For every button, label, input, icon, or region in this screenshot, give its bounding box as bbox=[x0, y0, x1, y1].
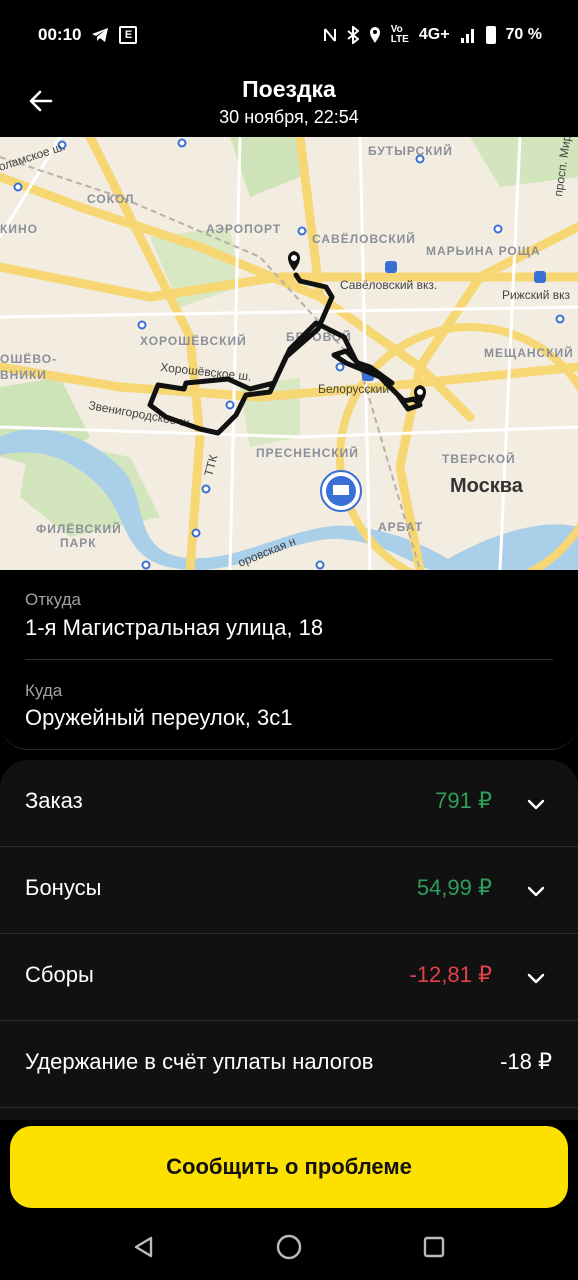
pay-row-fees[interactable]: Сборы -12,81 ₽ bbox=[0, 934, 578, 1021]
map-label-filevsky: ФИЛЁВСКИЙ bbox=[36, 521, 122, 536]
notification-e-icon: E bbox=[119, 26, 138, 44]
nav-home-icon[interactable] bbox=[276, 1234, 302, 1260]
bonuses-label: Бонусы bbox=[25, 875, 102, 900]
map-label-khoroshevo: ОШЁВО- bbox=[0, 351, 57, 366]
address-divider bbox=[25, 659, 553, 660]
nfc-icon bbox=[323, 27, 337, 43]
savelovsky-station-icon bbox=[385, 261, 397, 273]
network-type: 4G+ bbox=[418, 26, 450, 43]
pay-row-bonuses[interactable]: Бонусы 54,99 ₽ bbox=[0, 847, 578, 934]
map-label-rizhsky: Рижский вкз bbox=[502, 288, 570, 302]
from-label: Откуда bbox=[25, 590, 81, 609]
landmark-marker-icon bbox=[320, 470, 362, 512]
fees-amount: -12,81 ₽ bbox=[409, 962, 493, 987]
report-problem-button[interactable]: Сообщить о проблеме bbox=[10, 1126, 568, 1208]
bonuses-amount: 54,99 ₽ bbox=[416, 875, 492, 900]
bluetooth-icon bbox=[347, 26, 359, 44]
to-label: Куда bbox=[25, 681, 63, 700]
map-label-vniki: ВНИКИ bbox=[0, 368, 47, 382]
map-label-aeroport: АЭРОПОРТ bbox=[206, 222, 281, 236]
map-label-savelovsky-station: Савёловский вкз. bbox=[340, 278, 437, 292]
map-label-arbat: АРБАТ bbox=[378, 520, 423, 534]
location-icon bbox=[369, 26, 381, 44]
order-label: Заказ bbox=[25, 788, 83, 813]
chevron-down-icon[interactable] bbox=[526, 968, 546, 988]
map-label-maryina: МАРЬИНА РОЩА bbox=[426, 244, 541, 258]
map-label-park: ПАРК bbox=[60, 536, 97, 550]
map-label-moskva: Москва bbox=[450, 475, 524, 497]
page-title: Поездка bbox=[242, 76, 336, 102]
map-label-meshchansky: МЕЩАНСКИЙ bbox=[484, 345, 574, 360]
chevron-down-icon[interactable] bbox=[526, 881, 546, 901]
chevron-down-icon[interactable] bbox=[526, 794, 546, 814]
status-bar: 00:10 E Vo LTE 4G+ 70 % bbox=[0, 0, 578, 70]
rizhsky-station-icon bbox=[534, 271, 546, 283]
map-label-kino: КИНО bbox=[0, 222, 38, 236]
tax-label: Удержание в счёт уплаты налогов bbox=[25, 1049, 374, 1074]
payment-breakdown: Заказ 791 ₽ Бонусы 54,99 ₽ Сборы -12,81 … bbox=[0, 760, 578, 1120]
map-label-tverskoy: ТВЕРСКОЙ bbox=[442, 451, 516, 466]
battery-level: 70 % bbox=[505, 26, 542, 43]
system-nav-bar bbox=[0, 1214, 578, 1280]
signal-icon bbox=[460, 27, 476, 43]
nav-back-icon[interactable] bbox=[132, 1235, 156, 1259]
status-time: 00:10 bbox=[38, 25, 82, 44]
map-label-sokol: СОКОЛ bbox=[87, 192, 134, 206]
tax-amount: -18 ₽ bbox=[500, 1049, 552, 1074]
pay-row-tax: Удержание в счёт уплаты налогов -18 ₽ bbox=[0, 1021, 578, 1108]
route-map[interactable]: БУТЫРСКИЙ СОКОЛ КИНО АЭРОПОРТ САВЁЛОВСКИ… bbox=[0, 137, 578, 570]
map-label-butyrsky: БУТЫРСКИЙ bbox=[368, 143, 453, 158]
nav-recents-icon[interactable] bbox=[422, 1235, 446, 1259]
telegram-icon bbox=[91, 27, 109, 43]
map-label-belorussky: Белорусский bbox=[318, 382, 389, 396]
volte-icon: Vo LTE bbox=[390, 24, 409, 45]
header: Поездка 30 ноября, 22:54 bbox=[0, 70, 578, 137]
trip-addresses: Откуда 1-я Магистральная улица, 18 Куда … bbox=[0, 570, 578, 750]
map-label-khoroshevsky: ХОРОШЁВСКИЙ bbox=[140, 333, 247, 348]
map-label-presnensky: ПРЕСНЕНСКИЙ bbox=[256, 445, 359, 460]
fees-label: Сборы bbox=[25, 962, 94, 987]
from-address: 1-я Магистральная улица, 18 bbox=[25, 615, 324, 640]
status-left: 00:10 E bbox=[38, 25, 138, 45]
order-amount: 791 ₽ bbox=[435, 788, 492, 813]
battery-icon bbox=[485, 26, 496, 44]
map-label-savelovsky: САВЁЛОВСКИЙ bbox=[312, 231, 416, 246]
trip-datetime: 30 ноября, 22:54 bbox=[219, 107, 359, 127]
to-address: Оружейный переулок, 3с1 bbox=[25, 705, 293, 730]
status-right: Vo LTE 4G+ 70 % bbox=[323, 25, 542, 45]
pay-row-order[interactable]: Заказ 791 ₽ bbox=[0, 760, 578, 847]
